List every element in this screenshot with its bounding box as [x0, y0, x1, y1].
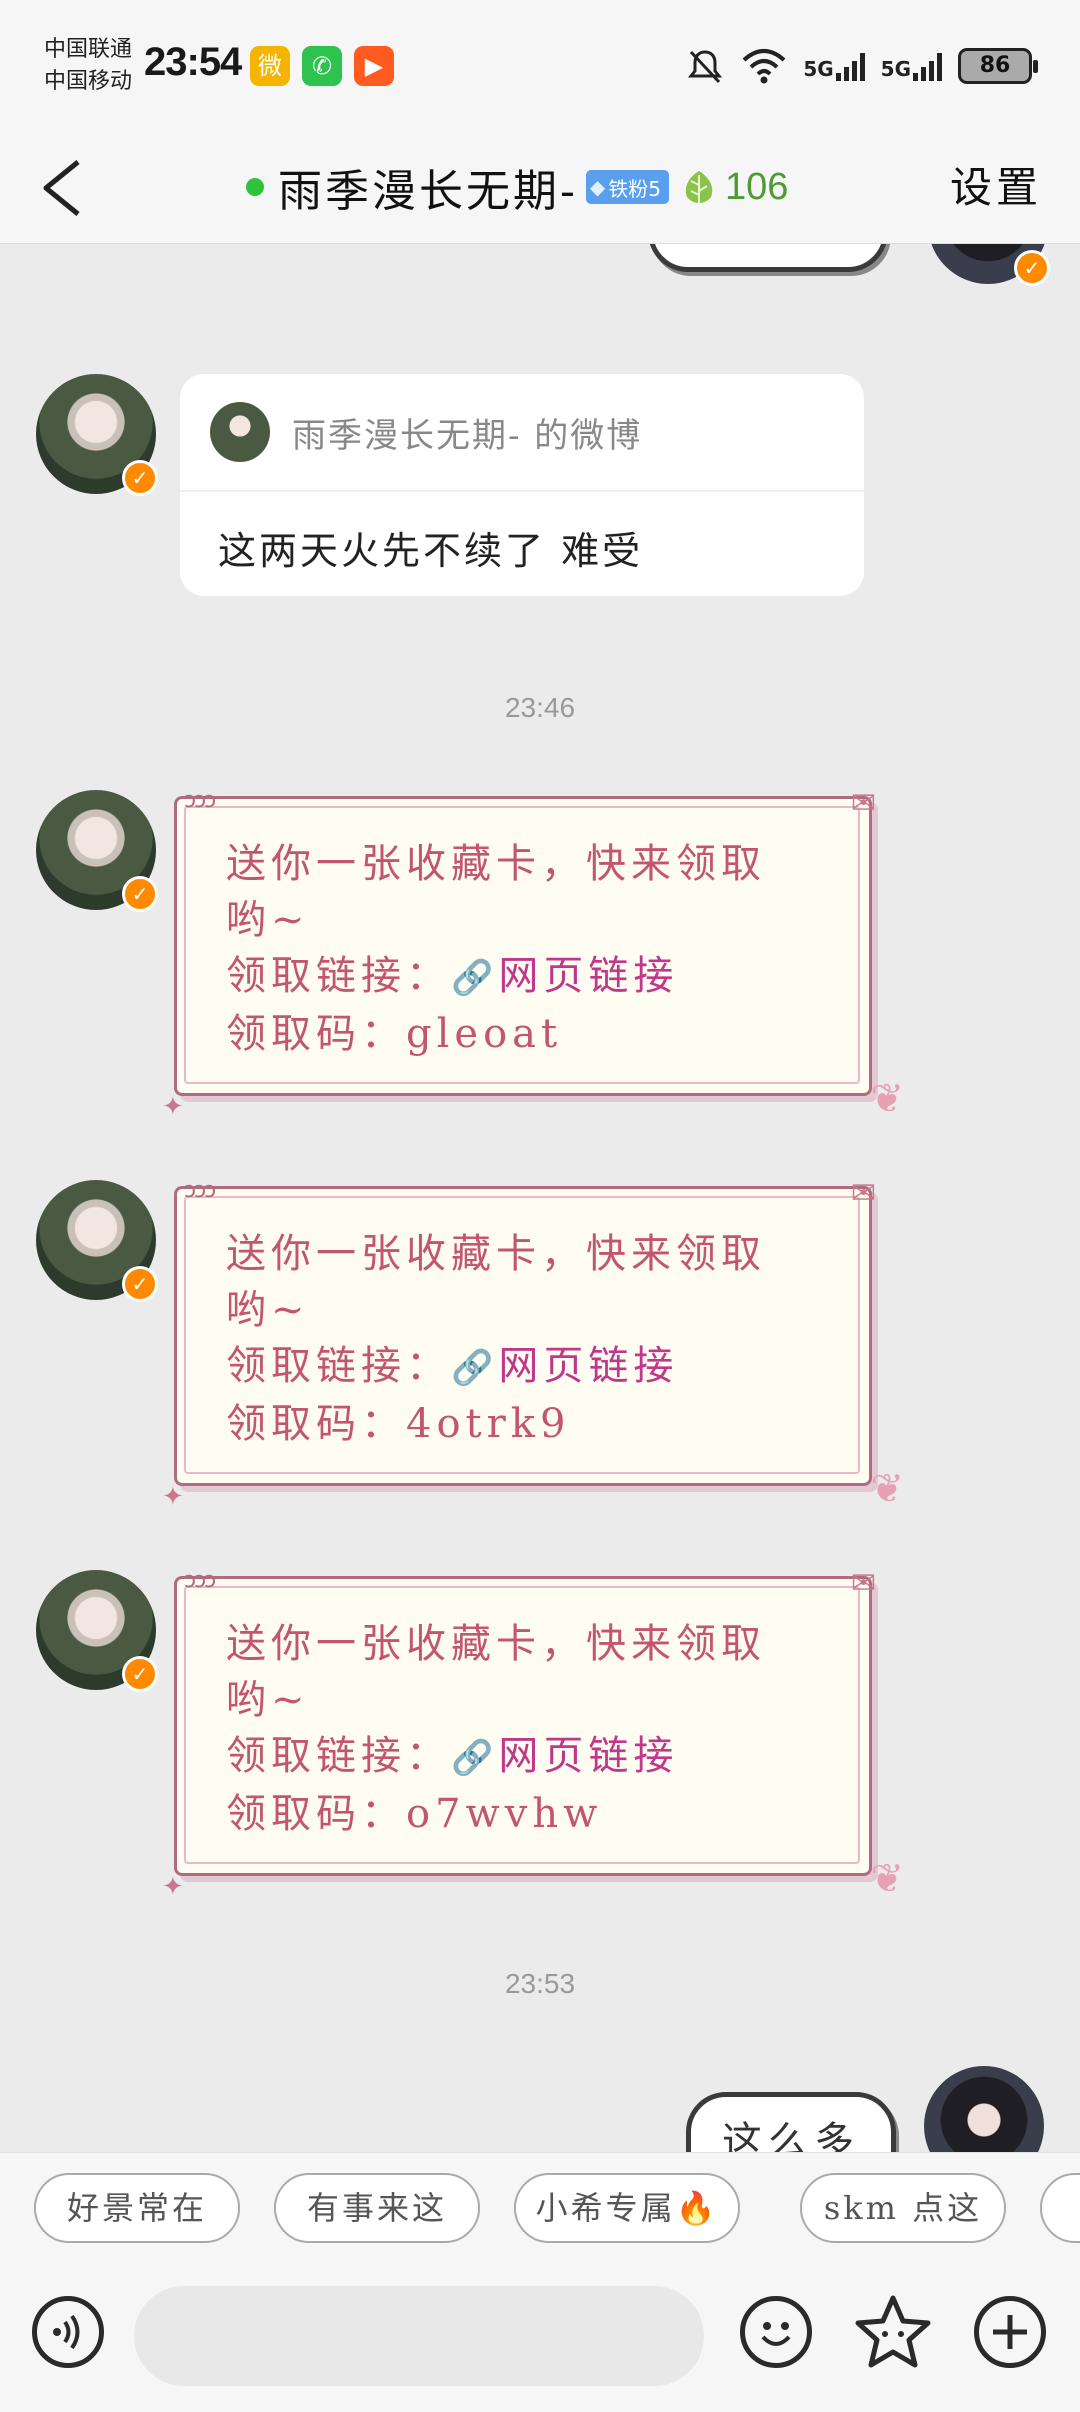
coil-decoration: ↄↄↄ	[184, 1568, 216, 1593]
web-link[interactable]: 🔗网页链接	[451, 1733, 678, 1779]
my-message-bubble-partial[interactable]	[648, 244, 888, 272]
fan-level-badge: ◆ 铁粉5	[585, 170, 669, 204]
web-link[interactable]: 🔗网页链接	[451, 953, 678, 999]
quick-reply-chip-partial[interactable]	[1040, 2173, 1080, 2243]
envelope-icon: ✉	[850, 1566, 876, 1601]
signal-1-icon: 5G	[803, 51, 865, 81]
shared-weibo-card[interactable]: 雨季漫长无期- 的微博 这两天火先不续了 难受	[180, 374, 864, 596]
collection-card-message[interactable]: ↄↄↄ ✉ ❦ ✦ 送你一张收藏卡，快来领取 哟~ 领取链接：🔗网页链接 领取码…	[162, 1176, 904, 1512]
star-sticker-icon[interactable]	[852, 2292, 934, 2374]
input-bar	[0, 2262, 1080, 2412]
contact-avatar[interactable]: ✓	[36, 1570, 158, 1692]
link-icon: 🔗	[451, 1738, 499, 1778]
weibo-notification-icon: 微	[250, 46, 290, 86]
tulip-icon: ❦	[870, 1856, 904, 1902]
back-arrow-icon[interactable]	[36, 150, 96, 226]
coil-decoration: ↄↄↄ	[184, 788, 216, 813]
chat-header: 雨季漫长无期- ◆ 铁粉5 106 设置	[0, 132, 1080, 244]
coil-decoration: ↄↄↄ	[184, 1178, 216, 1203]
code-label: 领取码：	[226, 1791, 406, 1837]
card-text-line2: 哟~	[226, 1677, 310, 1723]
contact-avatar[interactable]: ✓	[36, 790, 158, 912]
redeem-code[interactable]: 4otrk9	[406, 1401, 570, 1447]
shared-weibo-text: 这两天火先不续了 难受	[218, 529, 644, 573]
card-text-line1: 送你一张收藏卡，快来领取	[226, 841, 766, 887]
kuaishou-notification-icon: ▶	[354, 46, 394, 86]
plus-icon[interactable]	[974, 2296, 1046, 2368]
system-icons: 5G 5G 86	[685, 44, 1038, 88]
sparkle-icon: ✦	[162, 1872, 184, 1902]
link-label: 领取链接：	[226, 953, 451, 999]
carrier-2: 中国移动	[44, 69, 133, 94]
chat-title-area[interactable]: 雨季漫长无期- ◆ 铁粉5 106	[246, 152, 788, 222]
diamond-icon: ◆	[589, 175, 606, 199]
chat-title: 雨季漫长无期-	[278, 166, 578, 217]
intimacy-score: 106	[725, 165, 789, 208]
voice-icon[interactable]	[32, 2296, 104, 2368]
link-icon: 🔗	[451, 1348, 499, 1388]
quick-reply-bar[interactable]: 好景常在 有事来这 小希专属🔥 skm 点这	[0, 2152, 1080, 2262]
verified-badge: ✓	[122, 1266, 158, 1302]
code-label: 领取码：	[226, 1011, 406, 1057]
card-text-line2: 哟~	[226, 1287, 310, 1333]
chat-messages[interactable]: ✓ ✓ 雨季漫长无期- 的微博 这两天火先不续了 难受 23:46 ✓ ↄↄↄ …	[0, 244, 1080, 2152]
sparkle-icon: ✦	[162, 1092, 184, 1122]
carrier-1: 中国联通	[44, 37, 133, 62]
sparkle-icon: ✦	[162, 1482, 184, 1512]
quick-reply-chip[interactable]: 有事来这	[274, 2173, 480, 2243]
message-timestamp: 23:46	[504, 692, 576, 723]
status-time: 23:54	[144, 40, 242, 84]
collection-card-message[interactable]: ↄↄↄ ✉ ❦ ✦ 送你一张收藏卡，快来领取 哟~ 领取链接：🔗网页链接 领取码…	[162, 1566, 904, 1902]
quick-reply-chip[interactable]: skm 点这	[800, 2173, 1006, 2243]
quick-reply-chip[interactable]: 小希专属🔥	[514, 2173, 740, 2243]
status-bar: 中国联通 中国移动 23:54 微 ✆ ▶ 5G 5G 86	[0, 0, 1080, 132]
shared-source-label: 雨季漫长无期- 的微博	[292, 415, 643, 456]
card-text-line1: 送你一张收藏卡，快来领取	[226, 1231, 766, 1277]
message-timestamp: 23:53	[504, 1968, 576, 1999]
link-icon: 🔗	[451, 958, 499, 998]
envelope-icon: ✉	[850, 1176, 876, 1211]
verified-badge: ✓	[122, 1656, 158, 1692]
redeem-code[interactable]: o7wvhw	[406, 1791, 602, 1837]
mute-icon	[688, 50, 723, 84]
envelope-icon: ✉	[850, 786, 876, 821]
contact-avatar[interactable]: ✓	[36, 1180, 158, 1302]
settings-button[interactable]: 设置	[950, 152, 1042, 224]
emoji-icon[interactable]	[740, 2296, 812, 2368]
my-avatar[interactable]	[924, 2066, 1044, 2152]
card-text-line1: 送你一张收藏卡，快来领取	[226, 1621, 766, 1667]
source-avatar	[210, 402, 270, 462]
my-avatar-partial[interactable]: ✓	[928, 244, 1050, 286]
tulip-icon: ❦	[870, 1076, 904, 1122]
online-status-dot	[246, 178, 264, 196]
my-message-bubble[interactable]: 这么多	[686, 2092, 896, 2152]
collection-card-message[interactable]: ↄↄↄ ✉ ❦ ✦ 送你一张收藏卡，快来领取 哟~ 领取链接：🔗网页链接 领取码…	[162, 786, 904, 1122]
link-label: 领取链接：	[226, 1733, 451, 1779]
signal-2-icon: 5G	[881, 51, 942, 81]
shared-source-row: 雨季漫长无期- 的微博	[180, 374, 864, 492]
verified-badge: ✓	[122, 460, 158, 496]
battery-icon: 86	[958, 48, 1038, 84]
leaf-icon	[685, 171, 713, 203]
web-link[interactable]: 🔗网页链接	[451, 1343, 678, 1389]
message-input[interactable]	[134, 2286, 704, 2386]
code-label: 领取码：	[226, 1401, 406, 1447]
link-label: 领取链接：	[226, 1343, 451, 1389]
tulip-icon: ❦	[870, 1466, 904, 1512]
redeem-code[interactable]: gleoat	[406, 1011, 562, 1057]
wechat-notification-icon: ✆	[302, 46, 342, 86]
verified-badge: ✓	[122, 876, 158, 912]
carrier-info: 中国联通 中国移动	[44, 34, 132, 98]
quick-reply-chip[interactable]: 好景常在	[34, 2173, 240, 2243]
wifi-icon	[742, 49, 786, 84]
card-text-line2: 哟~	[226, 897, 310, 943]
contact-avatar[interactable]: ✓	[36, 374, 158, 496]
